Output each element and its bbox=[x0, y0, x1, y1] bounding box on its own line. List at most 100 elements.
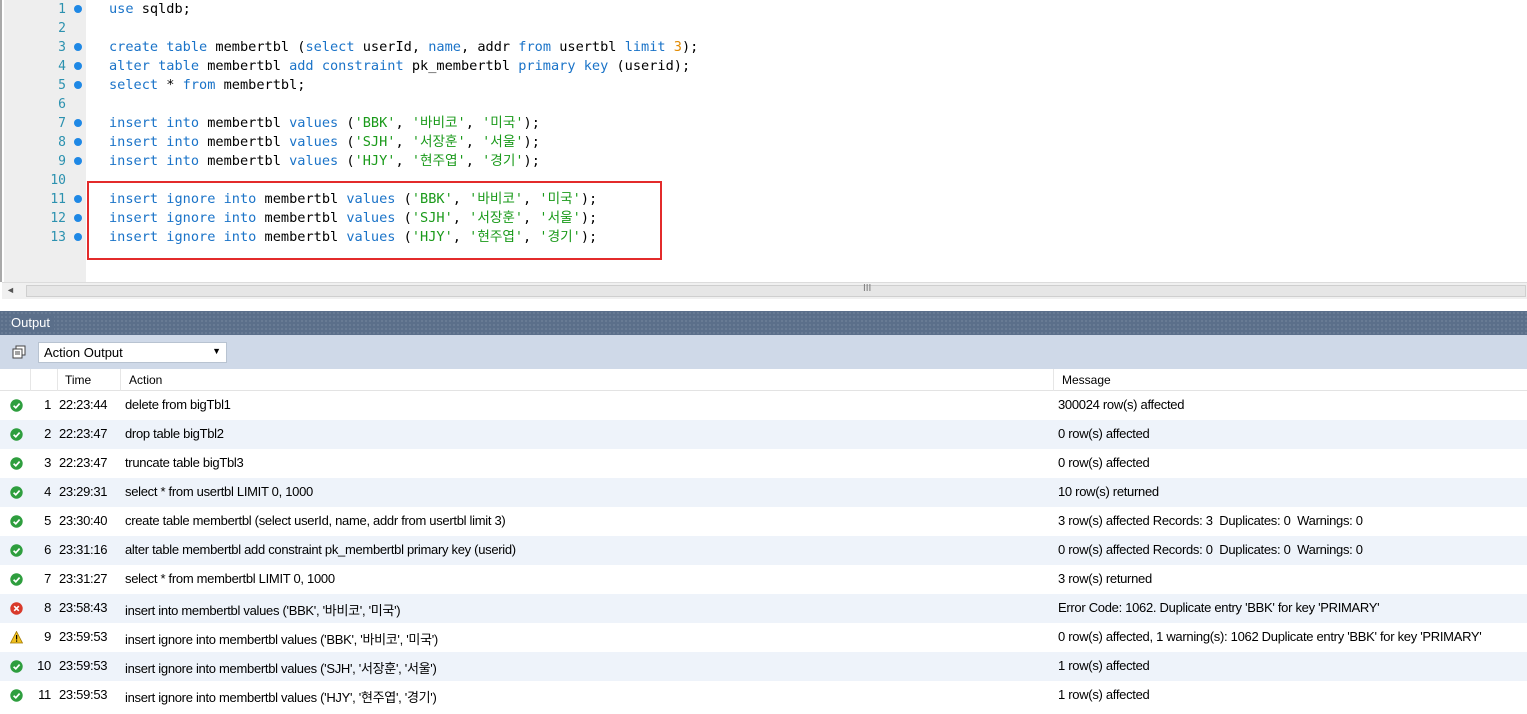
sql-keyword: values bbox=[289, 153, 339, 169]
row-message: 0 row(s) affected, 1 warning(s): 1062 Du… bbox=[1058, 629, 1482, 644]
statement-marker-icon bbox=[74, 81, 82, 89]
code-line[interactable]: insert into membertbl values ('BBK', '바비… bbox=[109, 114, 540, 133]
table-row[interactable]: 6 23:31:16 alter table membertbl add const… bbox=[0, 536, 1527, 565]
horizontal-scrollbar[interactable]: ◄ III bbox=[2, 282, 1527, 299]
row-time: 23:31:16 bbox=[59, 542, 108, 557]
sql-keyword: from bbox=[518, 39, 552, 55]
sql-keyword: select bbox=[305, 39, 355, 55]
statement-marker-icon bbox=[74, 214, 82, 222]
row-action: delete from bigTbl1 bbox=[125, 397, 231, 412]
code-line[interactable]: insert into membertbl values ('HJY', '현주… bbox=[109, 152, 540, 171]
row-action: select * from usertbl LIMIT 0, 1000 bbox=[125, 484, 313, 499]
success-check-icon bbox=[10, 573, 23, 586]
sql-string: 'BBK' bbox=[354, 115, 396, 131]
row-number: 11 bbox=[38, 687, 51, 702]
column-header-time[interactable]: Time bbox=[65, 373, 91, 387]
table-row[interactable]: 8 23:58:43 insert into membertbl values ('… bbox=[0, 594, 1527, 623]
table-row[interactable]: 11 23:59:53 insert ignore into membertbl v… bbox=[0, 681, 1527, 710]
row-action: truncate table bigTbl3 bbox=[125, 455, 244, 470]
sql-text: , bbox=[465, 153, 483, 169]
line-number: 11 bbox=[50, 192, 66, 207]
row-action: select * from membertbl LIMIT 0, 1000 bbox=[125, 571, 335, 586]
row-message: 0 row(s) affected bbox=[1058, 455, 1150, 470]
sql-string: 'SJH' bbox=[354, 134, 396, 150]
row-time: 23:58:43 bbox=[59, 600, 108, 615]
code-line[interactable]: insert into membertbl values ('SJH', '서장… bbox=[109, 133, 540, 152]
line-number: 1 bbox=[58, 2, 66, 17]
column-header-message[interactable]: Message bbox=[1062, 373, 1111, 387]
sql-text: membertbl bbox=[199, 58, 290, 74]
success-check-icon bbox=[10, 486, 23, 499]
output-type-value: Action Output bbox=[44, 345, 123, 360]
row-message: 0 row(s) affected bbox=[1058, 426, 1150, 441]
table-row[interactable]: 1 22:23:44 delete from bigTbl1 300024 row(s… bbox=[0, 391, 1527, 420]
column-divider[interactable] bbox=[120, 369, 121, 391]
line-number: 10 bbox=[50, 173, 66, 188]
chevron-down-icon: ▼ bbox=[212, 346, 221, 356]
sql-text: , bbox=[395, 134, 412, 150]
sql-string: '경기' bbox=[482, 153, 524, 169]
sql-keyword: into bbox=[166, 134, 200, 150]
row-message: Error Code: 1062. Duplicate entry 'BBK' … bbox=[1058, 600, 1380, 615]
statement-marker-icon bbox=[74, 43, 82, 51]
table-row[interactable]: 9 23:59:53 insert ignore into membertbl va… bbox=[0, 623, 1527, 652]
sql-keyword: primary bbox=[518, 58, 576, 74]
table-row[interactable]: 5 23:30:40 create table membertbl (select … bbox=[0, 507, 1527, 536]
row-action: insert ignore into membertbl values ('HJ… bbox=[125, 690, 437, 705]
column-header-action[interactable]: Action bbox=[129, 373, 162, 387]
sql-keyword: values bbox=[289, 115, 339, 131]
success-check-icon bbox=[10, 660, 23, 673]
row-number: 3 bbox=[44, 455, 51, 470]
sql-text: , bbox=[465, 115, 483, 131]
row-message: 1 row(s) affected bbox=[1058, 658, 1150, 673]
column-divider[interactable] bbox=[1053, 369, 1054, 391]
sql-editor[interactable]: 1 2 3 4 5 6 7 8 9 10 11 12 13 use sqldb; create table… bbox=[0, 0, 1527, 282]
row-action: drop table bigTbl2 bbox=[125, 426, 224, 441]
row-number: 6 bbox=[44, 542, 51, 557]
line-number: 6 bbox=[58, 97, 66, 112]
column-divider[interactable] bbox=[57, 369, 58, 391]
row-number: 5 bbox=[44, 513, 51, 528]
table-row[interactable]: 7 23:31:27 select * from membertbl LIMIT 0… bbox=[0, 565, 1527, 594]
row-time: 22:23:47 bbox=[59, 426, 108, 441]
sql-string: '서울' bbox=[482, 134, 524, 150]
sql-keyword: select bbox=[109, 77, 159, 93]
sql-text: pk_membertbl bbox=[403, 58, 519, 74]
row-message: 10 row(s) returned bbox=[1058, 484, 1159, 499]
row-number: 4 bbox=[44, 484, 51, 499]
sql-keyword: insert bbox=[109, 115, 159, 131]
copy-icon[interactable] bbox=[12, 345, 26, 359]
success-check-icon bbox=[10, 515, 23, 528]
scrollbar-thumb[interactable]: III bbox=[26, 283, 1526, 297]
row-number: 9 bbox=[44, 629, 51, 644]
row-action: create table membertbl (select userId, n… bbox=[125, 513, 506, 528]
scroll-left-arrow-icon[interactable]: ◄ bbox=[6, 285, 15, 295]
table-row[interactable]: 2 22:23:47 drop table bigTbl2 0 row(s) affe… bbox=[0, 420, 1527, 449]
table-row[interactable]: 4 23:29:31 select * from usertbl LIMIT 0, … bbox=[0, 478, 1527, 507]
sql-string: '현주엽' bbox=[411, 153, 466, 169]
column-divider[interactable] bbox=[30, 369, 31, 391]
table-row[interactable]: 10 23:59:53 insert ignore into membertbl v… bbox=[0, 652, 1527, 681]
sql-keyword: into bbox=[166, 153, 200, 169]
sql-keyword: insert bbox=[109, 134, 159, 150]
row-action: alter table membertbl add constraint pk_… bbox=[125, 542, 516, 557]
sql-text: membertbl ( bbox=[207, 39, 306, 55]
code-line[interactable]: use sqldb; bbox=[109, 0, 191, 19]
sql-text: usertbl bbox=[551, 39, 625, 55]
output-table-header: Time Action Message bbox=[0, 369, 1527, 391]
row-time: 23:59:53 bbox=[59, 687, 108, 702]
output-panel-header: Output bbox=[0, 311, 1527, 335]
code-line[interactable]: create table membertbl (select userId, n… bbox=[109, 38, 698, 57]
line-number: 8 bbox=[58, 135, 66, 150]
sql-keyword: add bbox=[289, 58, 314, 74]
row-time: 23:29:31 bbox=[59, 484, 108, 499]
code-line[interactable]: select * from membertbl; bbox=[109, 76, 305, 95]
editor-gutter: 1 2 3 4 5 6 7 8 9 10 11 12 13 bbox=[4, 0, 86, 282]
table-row[interactable]: 3 22:23:47 truncate table bigTbl3 0 row(s) … bbox=[0, 449, 1527, 478]
code-line[interactable]: alter table membertbl add constraint pk_… bbox=[109, 57, 690, 76]
sql-keyword: table bbox=[166, 39, 208, 55]
output-type-select[interactable]: Action Output ▼ bbox=[38, 342, 227, 363]
